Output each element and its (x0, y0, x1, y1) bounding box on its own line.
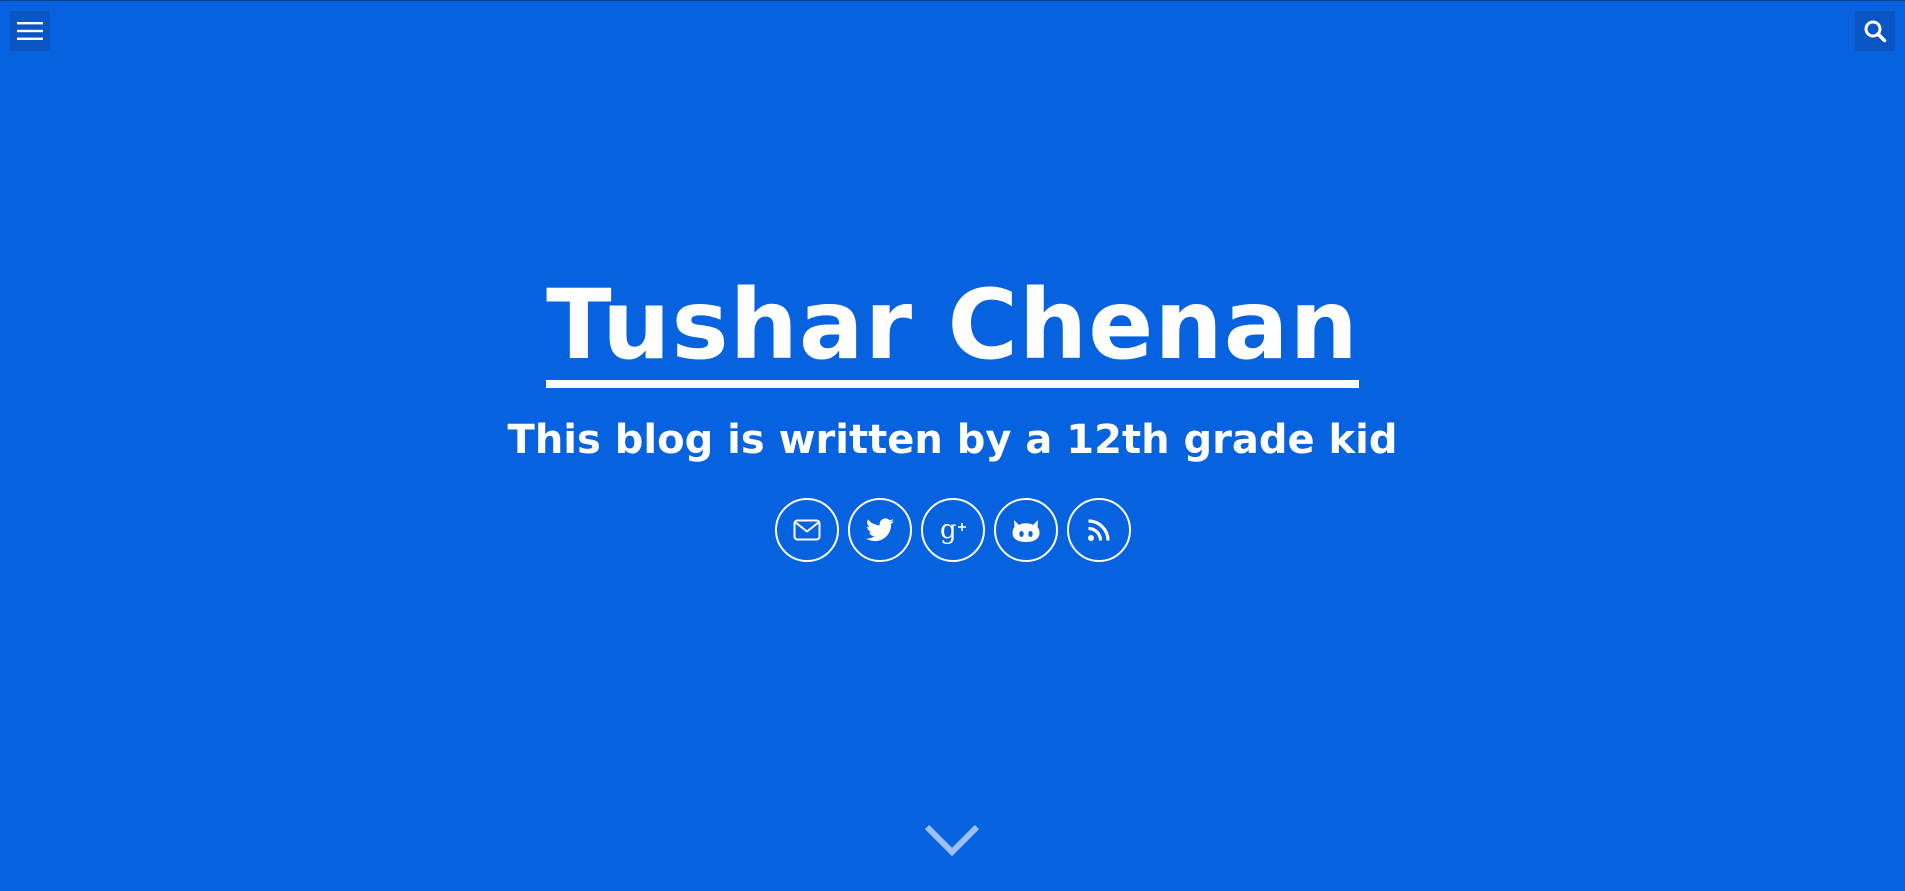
site-subtitle: This blog is written by a 12th grade kid (507, 417, 1398, 463)
search-icon (1864, 20, 1887, 43)
chevron-down-icon (924, 824, 980, 857)
email-link[interactable] (774, 498, 839, 562)
rss-icon (1087, 519, 1110, 541)
social-links: g (0, 498, 1905, 562)
twitter-link[interactable] (847, 498, 912, 562)
google-plus-link[interactable]: g (920, 498, 985, 562)
email-icon (793, 519, 820, 541)
site-title-link[interactable]: Tushar Chenan (546, 270, 1359, 388)
menu-button[interactable] (10, 11, 50, 51)
google-plus-icon: g (940, 515, 966, 545)
svg-text:g: g (940, 515, 957, 545)
github-icon (1012, 520, 1039, 542)
scroll-down-button[interactable] (922, 818, 982, 862)
search-button[interactable] (1855, 11, 1895, 51)
hero: Tushar Chenan This blog is written by a … (0, 270, 1905, 562)
github-link[interactable] (993, 498, 1058, 562)
hamburger-menu-icon (17, 22, 43, 40)
rss-link[interactable] (1066, 498, 1131, 562)
twitter-icon (865, 518, 894, 542)
top-border (0, 0, 1905, 1)
